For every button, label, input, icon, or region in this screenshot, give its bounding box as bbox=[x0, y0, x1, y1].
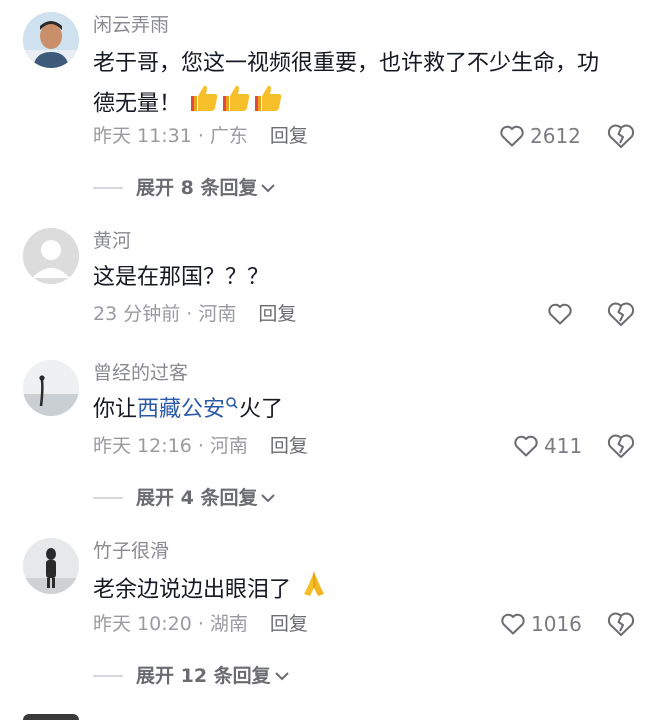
divider bbox=[93, 187, 123, 189]
comment-time-location: 23 分钟前 · 河南 bbox=[93, 303, 237, 325]
comment-time-location: 昨天 12:16 · 河南 bbox=[93, 435, 248, 457]
broken-heart-icon bbox=[607, 302, 635, 326]
avatar[interactable] bbox=[23, 12, 79, 68]
divider bbox=[93, 675, 123, 677]
reply-button[interactable]: 回复 bbox=[270, 613, 308, 635]
expand-replies-button[interactable]: 展开 8 条回复 bbox=[93, 176, 277, 200]
comment-text-segment: 火了 bbox=[239, 397, 284, 422]
comment-meta: 昨天 11:31 · 广东 回复 bbox=[93, 124, 308, 148]
expand-replies-label: 展开 4 条回复 bbox=[136, 487, 258, 509]
comment-meta: 昨天 12:16 · 河南 回复 bbox=[93, 434, 308, 458]
comment-text-line: 德无量！ bbox=[93, 91, 182, 117]
username[interactable]: 黄河 bbox=[93, 229, 131, 253]
username[interactable]: 曾经的过客 bbox=[93, 361, 188, 385]
reply-button[interactable]: 回复 bbox=[270, 125, 308, 147]
chevron-down-icon bbox=[274, 672, 289, 681]
heart-outline-icon bbox=[500, 125, 524, 147]
like-count: 411 bbox=[544, 434, 583, 458]
dislike-button[interactable] bbox=[606, 432, 636, 460]
reply-button[interactable]: 回复 bbox=[270, 435, 308, 457]
like-button[interactable]: 2612 bbox=[499, 124, 581, 148]
chevron-down-icon bbox=[261, 184, 276, 193]
dislike-button[interactable] bbox=[606, 122, 636, 150]
dislike-button[interactable] bbox=[606, 300, 636, 328]
comment-text-segment: 你让 bbox=[93, 397, 138, 422]
like-count: 2612 bbox=[530, 124, 581, 148]
comment-text: 老于哥，您这一视频很重要，也许救了不少生命，功 德无量！ bbox=[93, 44, 638, 126]
avatar[interactable] bbox=[23, 714, 79, 720]
comment-meta: 23 分钟前 · 河南 回复 bbox=[93, 302, 296, 326]
chevron-down-icon bbox=[261, 494, 276, 503]
broken-heart-icon bbox=[607, 612, 635, 636]
search-icon bbox=[226, 397, 238, 409]
comment-time-location: 昨天 10:20 · 湖南 bbox=[93, 613, 248, 635]
broken-heart-icon bbox=[607, 434, 635, 458]
divider bbox=[93, 497, 123, 499]
expand-replies-label: 展开 8 条回复 bbox=[136, 177, 258, 199]
heart-outline-icon bbox=[514, 435, 538, 457]
thumbs-up-icon bbox=[252, 83, 284, 126]
folded-hands-icon bbox=[298, 568, 330, 613]
comment-text: 老余边说边出眼泪了 bbox=[93, 568, 638, 613]
search-link[interactable]: 西藏公安 bbox=[137, 397, 225, 422]
username[interactable]: 竹子很滑 bbox=[93, 539, 169, 563]
like-button[interactable]: 1016 bbox=[500, 612, 582, 636]
dislike-button[interactable] bbox=[606, 610, 636, 638]
comment-text-line: 老于哥，您这一视频很重要，也许救了不少生命，功 bbox=[93, 51, 600, 76]
comment-text: 你让西藏公安 火了 bbox=[93, 390, 638, 429]
avatar[interactable] bbox=[23, 228, 79, 284]
thumbs-up-icon bbox=[220, 83, 252, 126]
avatar[interactable] bbox=[23, 360, 79, 416]
username[interactable]: 闲云弄雨 bbox=[93, 13, 169, 37]
comment-text: 这是在那国？？？ bbox=[93, 265, 270, 290]
comment-meta: 昨天 10:20 · 湖南 回复 bbox=[93, 612, 308, 636]
comment-time-location: 昨天 11:31 · 广东 bbox=[93, 125, 248, 147]
expand-replies-button[interactable]: 展开 4 条回复 bbox=[93, 486, 277, 510]
like-button[interactable] bbox=[547, 302, 573, 326]
like-count: 1016 bbox=[531, 612, 582, 636]
broken-heart-icon bbox=[607, 124, 635, 148]
reply-button[interactable]: 回复 bbox=[258, 303, 296, 325]
expand-replies-label: 展开 12 条回复 bbox=[136, 665, 271, 687]
heart-outline-icon bbox=[501, 613, 525, 635]
comment-text-segment: 老余边说边出眼泪了 bbox=[93, 577, 292, 603]
avatar[interactable] bbox=[23, 538, 79, 594]
heart-outline-icon bbox=[548, 303, 572, 325]
like-button[interactable]: 411 bbox=[513, 434, 582, 458]
thumbs-up-icon bbox=[188, 83, 220, 126]
expand-replies-button[interactable]: 展开 12 条回复 bbox=[93, 664, 291, 688]
